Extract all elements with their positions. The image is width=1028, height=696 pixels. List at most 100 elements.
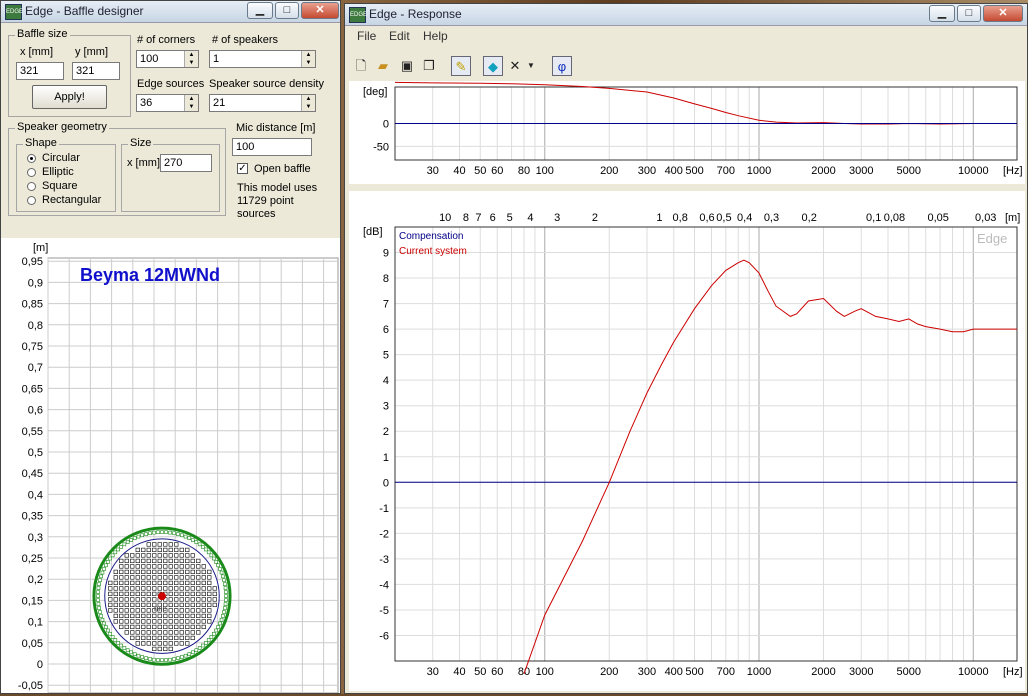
x-tick-label: 30 xyxy=(427,666,439,678)
maximize-button[interactable]: □ xyxy=(275,2,299,19)
y-unit-label: [dB] xyxy=(363,226,383,238)
x-unit-label: [Hz] xyxy=(1003,666,1023,678)
edge-source-marker xyxy=(106,560,110,564)
x-tick-label: 30 xyxy=(427,165,439,177)
save-disk-icon[interactable]: ▣ xyxy=(397,56,417,76)
menu-edit[interactable]: Edit xyxy=(389,29,410,43)
x-tick-label: 1000 xyxy=(747,165,771,177)
chart-background xyxy=(349,191,1025,691)
edge-source-marker xyxy=(197,646,202,650)
size-x-input[interactable]: 270 xyxy=(160,154,212,172)
open-baffle-checkbox[interactable]: ✓ xyxy=(237,163,248,174)
edge-source-marker xyxy=(201,643,205,648)
close-x-icon[interactable]: ✕ xyxy=(505,56,525,76)
radio-rectangular[interactable] xyxy=(27,196,36,205)
magnitude-chart-pane[interactable]: 9 8 7 6 5 4 3 2 1 0 -1 -2 -3 -4 -5 -6 30 40 50 60 80 100 200 30… xyxy=(349,191,1025,691)
phi-icon[interactable]: φ xyxy=(552,56,572,76)
edge-source-marker xyxy=(136,534,141,539)
edge-source-marker xyxy=(224,598,228,602)
menu-help[interactable]: Help xyxy=(423,29,448,43)
y-tick-label: 0,35 xyxy=(22,511,43,523)
x-tick-label: 2000 xyxy=(811,666,835,678)
y-tick-label: 0,55 xyxy=(22,426,43,438)
speaker-icon[interactable]: ◆ xyxy=(483,56,503,76)
speakers-label: # of speakers xyxy=(212,34,279,46)
radio-label: Elliptic xyxy=(42,166,74,178)
y-tick-label: 0,75 xyxy=(22,341,43,353)
baffle-unit-label: [m] xyxy=(33,242,48,254)
phase-chart-pane[interactable]: 0 -50 30 40 50 60 80 100 200 300 400 500 700 1000 2000… xyxy=(349,81,1025,184)
phase-chart: 0 -50 30 40 50 60 80 100 200 300 400 500 700 1000 2000… xyxy=(349,81,1025,184)
edge-source-marker xyxy=(106,628,110,633)
mic-label: mic xyxy=(154,604,166,613)
edge-source-marker xyxy=(96,590,100,594)
apply-button[interactable]: Apply! xyxy=(32,85,107,109)
close-button[interactable]: ✕ xyxy=(983,5,1023,22)
edge-source-marker xyxy=(100,617,105,622)
edge-source-marker xyxy=(168,657,172,662)
group-label: Baffle size xyxy=(15,28,70,40)
copy-icon[interactable]: ❐ xyxy=(419,56,439,76)
speaker-density-spinner[interactable]: 21 ▲ ▼ xyxy=(209,94,316,112)
edge-source-marker xyxy=(116,547,120,552)
edge-source-marker xyxy=(110,635,115,639)
radio-square[interactable] xyxy=(27,182,36,191)
x-tick-label: 500 xyxy=(685,165,703,177)
edge-source-marker xyxy=(176,532,180,536)
corners-spinner[interactable]: 100 ▲ ▼ xyxy=(136,50,199,68)
minimize-button[interactable]: ▁ xyxy=(929,5,955,22)
menu-bar: File Edit Help xyxy=(346,26,1026,46)
baffle-y-input[interactable]: 321 xyxy=(72,62,120,80)
open-folder-icon[interactable]: ▰ xyxy=(373,56,393,76)
spin-arrows-icon[interactable]: ▲ ▼ xyxy=(301,95,315,111)
y-tick-label: 6 xyxy=(383,324,389,336)
y-tick-label: 1 xyxy=(383,452,389,464)
baffle-x-input[interactable]: 321 xyxy=(16,62,64,80)
radio-elliptic[interactable] xyxy=(27,168,36,177)
edge-source-marker xyxy=(98,578,102,583)
edge-source-marker xyxy=(164,658,168,662)
x-tick-label: 300 xyxy=(638,666,656,678)
baffle-titlebar[interactable]: EDGE Edge - Baffle designer ▁ □ ✕ xyxy=(1,1,340,23)
new-file-icon[interactable]: 🗋 xyxy=(351,56,371,76)
open-baffle-label: Open baffle xyxy=(254,163,311,175)
response-titlebar[interactable]: EDGE Edge - Response ▁ □ ✕ xyxy=(345,4,1027,26)
y-tick-label: 0,95 xyxy=(22,256,43,268)
edge-source-marker xyxy=(212,632,216,636)
radio-circular[interactable] xyxy=(27,154,36,163)
x-tick-label: 700 xyxy=(717,165,735,177)
chart-watermark: Edge xyxy=(977,231,1007,246)
top-axis-tick-label: 0,03 xyxy=(975,212,996,224)
x-tick-label: 10000 xyxy=(958,165,989,177)
edge-source-marker xyxy=(119,545,123,549)
mic-distance-input[interactable]: 100 xyxy=(232,138,312,156)
x-unit-label: [Hz] xyxy=(1003,165,1023,177)
y-tick-label: -50 xyxy=(373,141,389,153)
minimize-button[interactable]: ▁ xyxy=(247,2,273,19)
edge-sources-spinner[interactable]: 36 ▲ ▼ xyxy=(136,94,199,112)
edge-source-marker xyxy=(176,656,180,660)
edge-source-marker xyxy=(223,586,228,590)
spin-arrows-icon[interactable]: ▲ ▼ xyxy=(184,95,198,111)
edge-source-marker xyxy=(209,635,214,639)
pencil-icon[interactable]: ✎ xyxy=(451,56,471,76)
spin-arrows-icon[interactable]: ▲ ▼ xyxy=(184,51,198,67)
menu-file[interactable]: File xyxy=(357,29,376,43)
model-info-line3: sources xyxy=(237,208,276,220)
edge-source-marker xyxy=(172,657,176,661)
edge-source-marker xyxy=(212,556,216,561)
close-button[interactable]: ✕ xyxy=(301,2,339,19)
edge-source-marker xyxy=(132,652,137,656)
edge-source-marker xyxy=(99,614,103,618)
edge-source-marker xyxy=(216,563,220,568)
dropdown-arrow-icon[interactable]: ▼ xyxy=(525,56,537,76)
edge-source-marker xyxy=(222,610,226,614)
y-tick-label: 5 xyxy=(383,350,389,362)
edge-source-marker xyxy=(191,650,195,655)
maximize-button[interactable]: □ xyxy=(957,5,981,22)
y-tick-label: -6 xyxy=(379,630,389,642)
spin-arrows-icon[interactable]: ▲ ▼ xyxy=(301,51,315,67)
speakers-spinner[interactable]: 1 ▲ ▼ xyxy=(209,50,316,68)
edge-source-marker xyxy=(148,531,152,536)
baffle-plot-area[interactable]: 0,95 0,9 0,85 0,8 0,75 0,7 0,65 0,6 0,55 0,5 0,45 0… xyxy=(1,238,346,694)
